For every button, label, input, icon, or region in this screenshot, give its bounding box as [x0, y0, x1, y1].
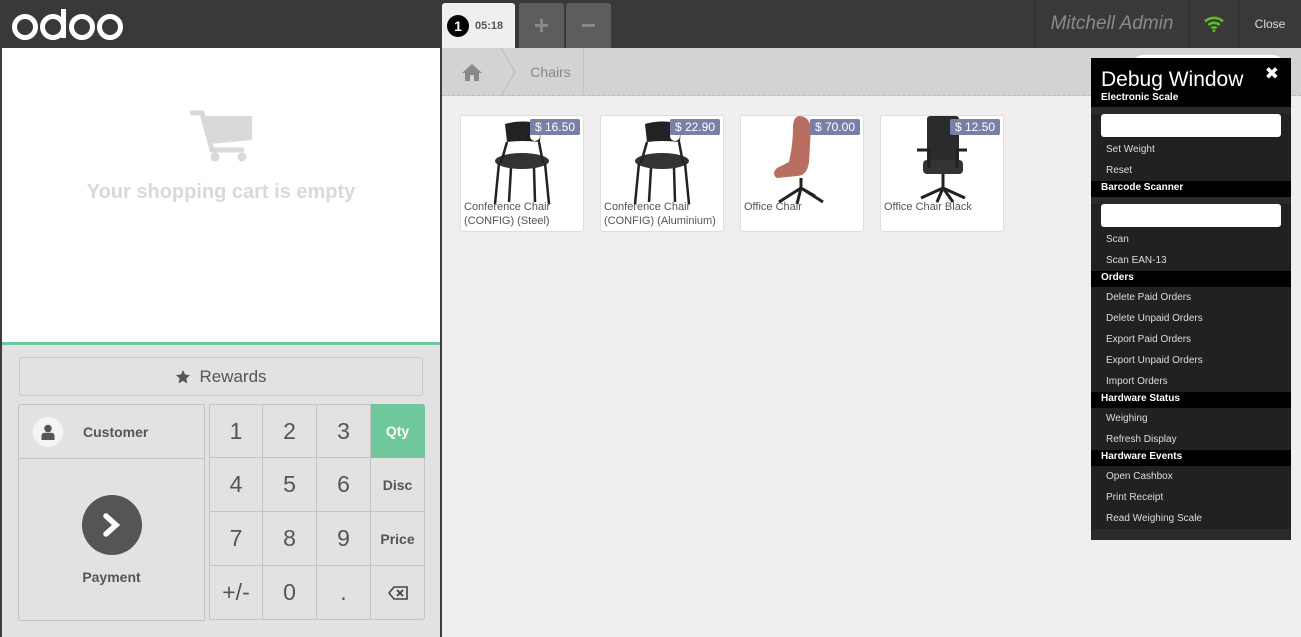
close-icon[interactable]: ✖	[1265, 64, 1279, 92]
key-3[interactable]: 3	[317, 404, 371, 458]
breadcrumb-separator	[500, 48, 516, 96]
breadcrumb-home[interactable]	[442, 48, 502, 96]
import-orders-button[interactable]: Import Orders	[1091, 371, 1291, 392]
product-card[interactable]: $ 70.00 Office Chair	[740, 115, 864, 232]
print-receipt-button[interactable]: Print Receipt	[1091, 487, 1291, 508]
delete-unpaid-orders-button[interactable]: Delete Unpaid Orders	[1091, 308, 1291, 329]
rewards-label: Rewards	[199, 366, 267, 386]
delete-paid-orders-button[interactable]: Delete Paid Orders	[1091, 287, 1291, 308]
product-price: $ 70.00	[809, 119, 860, 135]
scan-ean13-button[interactable]: Scan EAN-13	[1091, 250, 1291, 271]
customer-label: Customer	[83, 423, 149, 440]
close-button[interactable]: Close	[1238, 0, 1301, 48]
barcode-input[interactable]	[1101, 204, 1281, 227]
connection-status[interactable]	[1189, 0, 1238, 48]
mode-qty-button[interactable]: Qty	[371, 404, 425, 458]
key-5[interactable]: 5	[263, 458, 317, 512]
mode-price-button[interactable]: Price	[371, 512, 425, 566]
customer-avatar	[33, 416, 63, 447]
export-unpaid-orders-button[interactable]: Export Unpaid Orders	[1091, 350, 1291, 371]
payment-button[interactable]: Payment	[18, 459, 205, 621]
product-name: Conference Chair (CONFIG) (Steel)	[464, 201, 551, 227]
open-cashbox-button[interactable]: Open Cashbox	[1091, 466, 1291, 487]
product-card[interactable]: $ 22.90 Conference Chair (CONFIG) (Alumi…	[600, 115, 724, 232]
debug-header: Debug Window ✖	[1091, 58, 1291, 92]
read-weighing-scale-button[interactable]: Read Weighing Scale	[1091, 508, 1291, 529]
key-decimal[interactable]: .	[317, 566, 371, 620]
top-bar: 1 05:18 + − Mitchell Admin Close	[0, 0, 1301, 48]
empty-cart-message: Your shopping cart is empty	[86, 181, 356, 203]
section-electronic-scale: Electronic Scale	[1091, 92, 1291, 107]
debug-title: Debug Window	[1101, 68, 1244, 91]
remove-order-button[interactable]: −	[566, 3, 611, 48]
product-name: Office Chair	[744, 201, 802, 213]
key-0[interactable]: 0	[263, 566, 317, 620]
export-paid-orders-button[interactable]: Export Paid Orders	[1091, 329, 1291, 350]
home-icon	[462, 63, 482, 81]
debug-window: Debug Window ✖ Electronic Scale Set Weig…	[1091, 58, 1291, 540]
weighing-status[interactable]: Weighing	[1091, 408, 1291, 429]
order-time: 05:18	[475, 19, 504, 32]
key-9[interactable]: 9	[317, 512, 371, 566]
reset-weight-button[interactable]: Reset	[1091, 160, 1291, 181]
numpad: 1 2 3 Qty 4 5 6 Disc 7 8 9 Price +/- 0 .	[209, 404, 425, 620]
key-sign[interactable]: +/-	[209, 566, 263, 620]
product-card[interactable]: $ 16.50 Conference Chair (CONFIG) (Steel…	[460, 115, 584, 232]
wifi-icon	[1204, 16, 1224, 32]
odoo-logo	[12, 9, 123, 40]
star-icon	[176, 369, 191, 383]
weight-input[interactable]	[1101, 114, 1281, 137]
product-price: $ 16.50	[529, 119, 580, 135]
user-name: Mitchell Admin	[1034, 0, 1189, 48]
scan-button[interactable]: Scan	[1091, 229, 1291, 250]
rewards-button[interactable]: Rewards	[19, 357, 423, 396]
key-2[interactable]: 2	[263, 404, 317, 458]
order-tab[interactable]: 1 05:18	[442, 3, 515, 48]
product-price: $ 12.50	[949, 119, 1000, 135]
key-7[interactable]: 7	[209, 512, 263, 566]
section-hardware-events: Hardware Events	[1091, 450, 1291, 466]
shopping-cart-icon	[190, 110, 252, 162]
order-number: 1	[447, 14, 469, 37]
section-barcode-scanner: Barcode Scanner	[1091, 181, 1291, 197]
key-1[interactable]: 1	[209, 404, 263, 458]
order-pane: Your shopping cart is empty Rewards Cust…	[0, 48, 442, 637]
minus-icon: −	[580, 10, 597, 40]
set-weight-button[interactable]: Set Weight	[1091, 139, 1291, 160]
product-card[interactable]: $ 12.50 Office Chair Black	[880, 115, 1004, 232]
backspace-button[interactable]	[371, 566, 425, 620]
key-8[interactable]: 8	[263, 512, 317, 566]
backspace-icon	[387, 585, 408, 600]
plus-icon: +	[533, 10, 550, 40]
product-name: Conference Chair (CONFIG) (Aluminium)	[604, 201, 716, 227]
payment-label: Payment	[82, 568, 141, 585]
key-6[interactable]: 6	[317, 458, 371, 512]
section-orders: Orders	[1091, 271, 1291, 287]
product-name: Office Chair Black	[884, 201, 972, 213]
chevron-right-icon	[102, 512, 120, 537]
key-4[interactable]: 4	[209, 458, 263, 512]
control-pad: Customer Payment 1 2 3 Qty 4 5 6 Disc 7 …	[18, 404, 425, 621]
add-order-button[interactable]: +	[519, 3, 564, 48]
mode-disc-button[interactable]: Disc	[371, 458, 425, 512]
refresh-display-button[interactable]: Refresh Display	[1091, 429, 1291, 450]
customer-button[interactable]: Customer	[18, 404, 205, 459]
breadcrumb-category[interactable]: Chairs	[518, 48, 584, 96]
product-price: $ 22.90	[669, 119, 720, 135]
payment-arrow	[81, 494, 142, 555]
cart: Your shopping cart is empty	[2, 48, 440, 345]
user-icon	[41, 424, 55, 440]
section-hardware-status: Hardware Status	[1091, 392, 1291, 408]
